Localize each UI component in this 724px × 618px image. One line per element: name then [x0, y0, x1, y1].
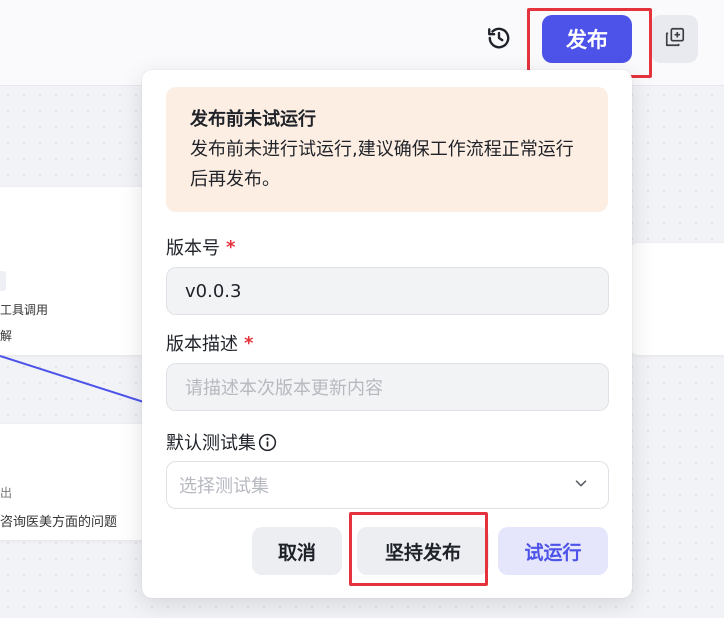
copy-icon	[664, 26, 686, 52]
publish-button[interactable]: 发布	[542, 15, 632, 63]
cancel-button[interactable]: 取消	[252, 527, 342, 575]
testset-select[interactable]: 选择测试集	[166, 461, 609, 509]
warning-title: 发布前未试运行	[190, 109, 316, 130]
testset-label: 默认测试集	[166, 429, 277, 455]
node-text: 解	[0, 329, 13, 343]
node-text: 咨询医美方面的问题	[0, 515, 118, 530]
info-icon[interactable]	[258, 433, 277, 452]
version-label: 版本号 *	[166, 234, 235, 260]
required-mark: *	[226, 236, 236, 258]
chevron-down-icon	[572, 474, 590, 497]
testset-placeholder: 选择测试集	[179, 476, 269, 497]
node-tag	[0, 271, 6, 291]
history-button[interactable]	[483, 24, 515, 56]
node-text: 工具调用	[0, 303, 49, 317]
testset-label-text: 默认测试集	[166, 433, 256, 454]
workflow-node-card[interactable]	[630, 243, 724, 355]
warning-banner: 发布前未试运行 发布前未进行试运行,建议确保工作流程正常运行后再发布。	[166, 87, 608, 212]
publish-popup: 发布前未试运行 发布前未进行试运行,建议确保工作流程正常运行后再发布。 版本号 …	[142, 70, 632, 598]
description-label: 版本描述 *	[166, 330, 253, 356]
workflow-node-card[interactable]	[0, 187, 150, 355]
test-run-button[interactable]: 试运行	[498, 527, 608, 575]
required-mark: *	[244, 332, 254, 354]
version-input[interactable]: v0.0.3	[166, 267, 609, 315]
confirm-publish-button[interactable]: 坚持发布	[357, 527, 489, 575]
node-text: 出	[0, 486, 13, 500]
warning-text: 发布前未进行试运行,建议确保工作流程正常运行后再发布。	[190, 139, 574, 190]
version-label-text: 版本号	[166, 238, 220, 259]
description-input[interactable]: 请描述本次版本更新内容	[166, 363, 609, 411]
duplicate-button[interactable]	[651, 15, 698, 63]
description-label-text: 版本描述	[166, 334, 238, 355]
history-icon	[486, 25, 512, 55]
